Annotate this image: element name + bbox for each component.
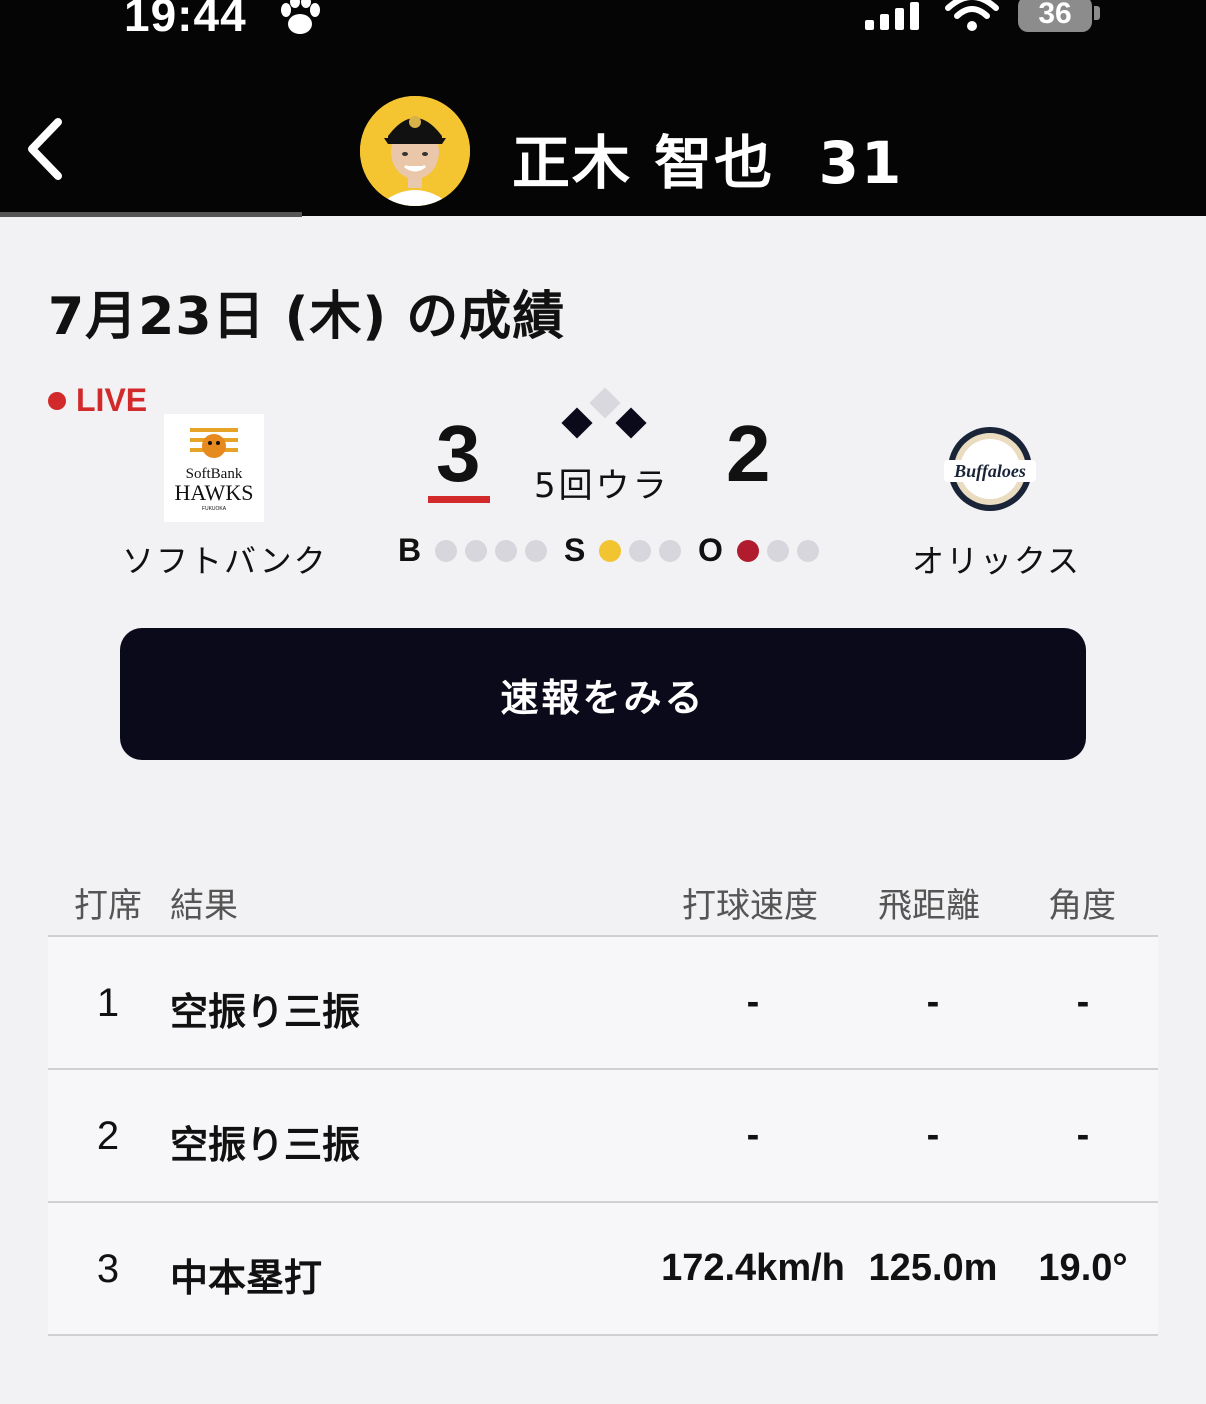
strike-count: S	[564, 532, 682, 569]
ball-count: B	[398, 532, 548, 569]
header-result: 結果	[170, 886, 238, 926]
row-speed: 172.4km/h	[661, 1247, 845, 1289]
home-logo-text-3: FUKUOKA	[202, 506, 227, 512]
live-badge: LIVE	[48, 382, 147, 419]
row-result: 空振り三振	[170, 1123, 361, 1167]
row-speed: -	[746, 981, 760, 1023]
row-number: 1	[96, 981, 120, 1025]
ball-dot	[435, 539, 458, 562]
home-score: 3	[436, 409, 481, 498]
tab-indicator	[0, 212, 302, 217]
away-logo-text: Buffaloes	[953, 461, 1026, 481]
ball-dot	[525, 539, 548, 562]
header-speed: 打球速度	[682, 886, 818, 926]
row-speed: -	[746, 1114, 760, 1156]
table-row[interactable]: 3 中本塁打 172.4km/h 125.0m 19.0°	[48, 1203, 1158, 1335]
player-title: 正木 智也 31	[512, 116, 903, 200]
home-team-logo[interactable]: SoftBank HAWKS FUKUOKA	[164, 414, 264, 522]
status-time: 19:44	[124, 0, 247, 41]
out-count: O	[698, 532, 819, 569]
ball-dot	[465, 539, 488, 562]
battery-tip	[1094, 6, 1100, 20]
strike-dot	[599, 539, 622, 562]
row-angle: -	[1076, 1114, 1090, 1156]
out-dot	[766, 539, 789, 562]
header-distance: 飛距離	[878, 886, 980, 926]
ball-label: B	[398, 532, 422, 568]
inning-label: 5回ウラ	[534, 466, 670, 506]
third-base	[561, 407, 593, 439]
out-dot	[796, 539, 819, 562]
away-team-name: オリックス	[912, 542, 1082, 580]
row-result: 空振り三振	[170, 990, 361, 1034]
page-title: 7月23日 (木) の成績	[48, 287, 566, 347]
strike-dot	[629, 539, 652, 562]
view-live-button[interactable]: 速報をみる	[120, 628, 1086, 760]
row-angle: 19.0°	[1038, 1247, 1128, 1289]
strike-label: S	[564, 532, 586, 568]
player-name: 正木 智也	[512, 129, 775, 197]
home-team-name: ソフトバンク	[122, 542, 328, 580]
ball-dot	[495, 539, 518, 562]
home-logo-text-2: HAWKS	[175, 480, 254, 505]
row-distance: -	[926, 981, 940, 1023]
table-row[interactable]: 1 空振り三振 - - -	[48, 937, 1158, 1069]
strike-dot	[659, 539, 682, 562]
row-number: 2	[96, 1114, 120, 1158]
paw-icon	[278, 0, 322, 40]
out-label: O	[698, 532, 723, 568]
table-header: 打席 結果 打球速度 飛距離 角度	[48, 870, 1158, 936]
table-row[interactable]: 2 空振り三振 - - -	[48, 1070, 1158, 1202]
row-number: 3	[96, 1247, 120, 1291]
signal-icon	[865, 2, 919, 30]
row-result: 中本塁打	[170, 1256, 323, 1300]
bases-diamond	[556, 387, 652, 448]
row-distance: -	[926, 1114, 940, 1156]
first-base	[615, 407, 647, 439]
header-bar: 19:44 36 正木 智也 31	[0, 0, 1206, 216]
player-number: 31	[818, 129, 904, 197]
header-at-bat: 打席	[74, 886, 142, 926]
back-button[interactable]	[22, 116, 78, 182]
divider	[48, 1334, 1158, 1336]
chevron-left-icon	[28, 118, 62, 180]
player-avatar	[360, 96, 470, 206]
out-dot	[736, 539, 759, 562]
row-angle: -	[1076, 981, 1090, 1023]
second-base	[589, 387, 621, 419]
header-angle: 角度	[1048, 886, 1116, 926]
row-distance: 125.0m	[868, 1247, 998, 1289]
batting-team-indicator	[428, 496, 490, 503]
live-label: LIVE	[76, 382, 148, 418]
away-team-logo[interactable]: Buffaloes	[940, 424, 1040, 532]
live-dot-icon	[48, 391, 66, 410]
wifi-icon	[944, 0, 1000, 38]
away-score: 2	[726, 409, 771, 498]
battery-icon: 36	[1018, 0, 1092, 32]
